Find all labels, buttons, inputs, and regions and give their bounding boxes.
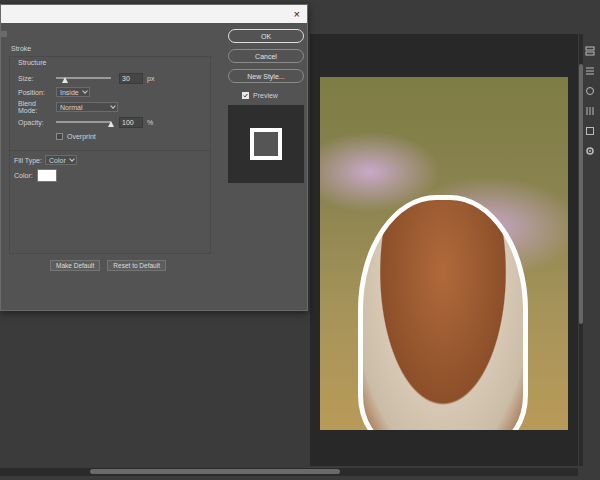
- color-row: Color:: [14, 169, 210, 182]
- preview-square-icon: [250, 128, 282, 160]
- chevron-icon: [69, 156, 75, 162]
- preview-row: Preview: [228, 92, 304, 99]
- size-unit: px: [147, 75, 154, 82]
- title-bar: ×: [1, 5, 307, 23]
- size-row: Size: 30 px: [18, 72, 210, 84]
- opacity-slider[interactable]: [56, 121, 111, 123]
- layer-style-dialog: × Stroke Structure Size: 30 px: [0, 4, 308, 311]
- position-value: Inside: [60, 89, 79, 96]
- opacity-unit: %: [147, 119, 153, 126]
- color-swatch[interactable]: [37, 169, 57, 182]
- size-label: Size:: [18, 75, 56, 82]
- opacity-thumb[interactable]: [108, 121, 114, 127]
- scroll-thumb[interactable]: [579, 64, 583, 324]
- section-title: Stroke: [1, 37, 215, 54]
- size-field[interactable]: 30: [119, 73, 143, 84]
- overprint-checkbox[interactable]: [56, 133, 63, 140]
- structure-group: Structure Size: 30 px Position: Inside: [9, 56, 211, 150]
- scroll-thumb[interactable]: [90, 469, 340, 474]
- horizontal-scrollbar[interactable]: [0, 468, 578, 476]
- opacity-row: Opacity: 100 %: [18, 116, 210, 128]
- size-thumb[interactable]: [62, 77, 68, 83]
- overprint-row: Overprint: [18, 130, 210, 142]
- layers-icon[interactable]: [585, 46, 595, 56]
- make-default-button[interactable]: Make Default: [50, 260, 100, 271]
- adjust-icon[interactable]: [585, 86, 595, 96]
- vertical-scrollbar[interactable]: [579, 34, 583, 466]
- ok-button[interactable]: OK: [228, 29, 304, 43]
- chevron-icon: [82, 88, 88, 94]
- position-dropdown[interactable]: Inside: [56, 87, 90, 97]
- preview-label: Preview: [253, 92, 278, 99]
- opacity-label: Opacity:: [18, 119, 56, 126]
- properties-icon[interactable]: [585, 66, 595, 76]
- channels-icon[interactable]: [585, 106, 595, 116]
- fill-type-value: Color: [49, 157, 66, 164]
- paths-icon[interactable]: [585, 126, 595, 136]
- style-preview: [228, 105, 304, 183]
- reset-default-button[interactable]: Reset to Default: [107, 260, 166, 271]
- defaults-row: Make Default Reset to Default: [1, 254, 215, 271]
- fill-type-label: Fill Type:: [14, 157, 45, 164]
- preview-checkbox[interactable]: [242, 92, 249, 99]
- cancel-button[interactable]: Cancel: [228, 49, 304, 63]
- check-icon: [243, 93, 248, 98]
- fill-group: Fill Type: Color Color:: [9, 150, 211, 254]
- settings-icon[interactable]: [585, 146, 595, 156]
- fill-type-dropdown[interactable]: Color: [45, 155, 77, 165]
- blend-mode-value: Normal: [60, 104, 83, 111]
- style-list-edge: [1, 31, 7, 37]
- panel-icons: [585, 46, 598, 156]
- close-button[interactable]: ×: [287, 5, 307, 23]
- stroked-subject: [358, 195, 528, 430]
- position-row: Position: Inside: [18, 86, 210, 98]
- new-style-button[interactable]: New Style...: [228, 69, 304, 83]
- position-label: Position:: [18, 89, 56, 96]
- group-title: Structure: [18, 59, 210, 68]
- color-label: Color:: [14, 172, 33, 179]
- fill-type-row: Fill Type: Color: [14, 154, 210, 166]
- blend-mode-dropdown[interactable]: Normal: [56, 102, 118, 112]
- overprint-label: Overprint: [67, 133, 96, 140]
- size-slider[interactable]: [56, 77, 111, 79]
- opacity-field[interactable]: 100: [119, 117, 143, 128]
- chevron-icon: [110, 103, 116, 109]
- blend-mode-row: Blend Mode: Normal: [18, 100, 210, 114]
- canvas-photo: [320, 77, 568, 430]
- blend-mode-label: Blend Mode:: [18, 100, 56, 114]
